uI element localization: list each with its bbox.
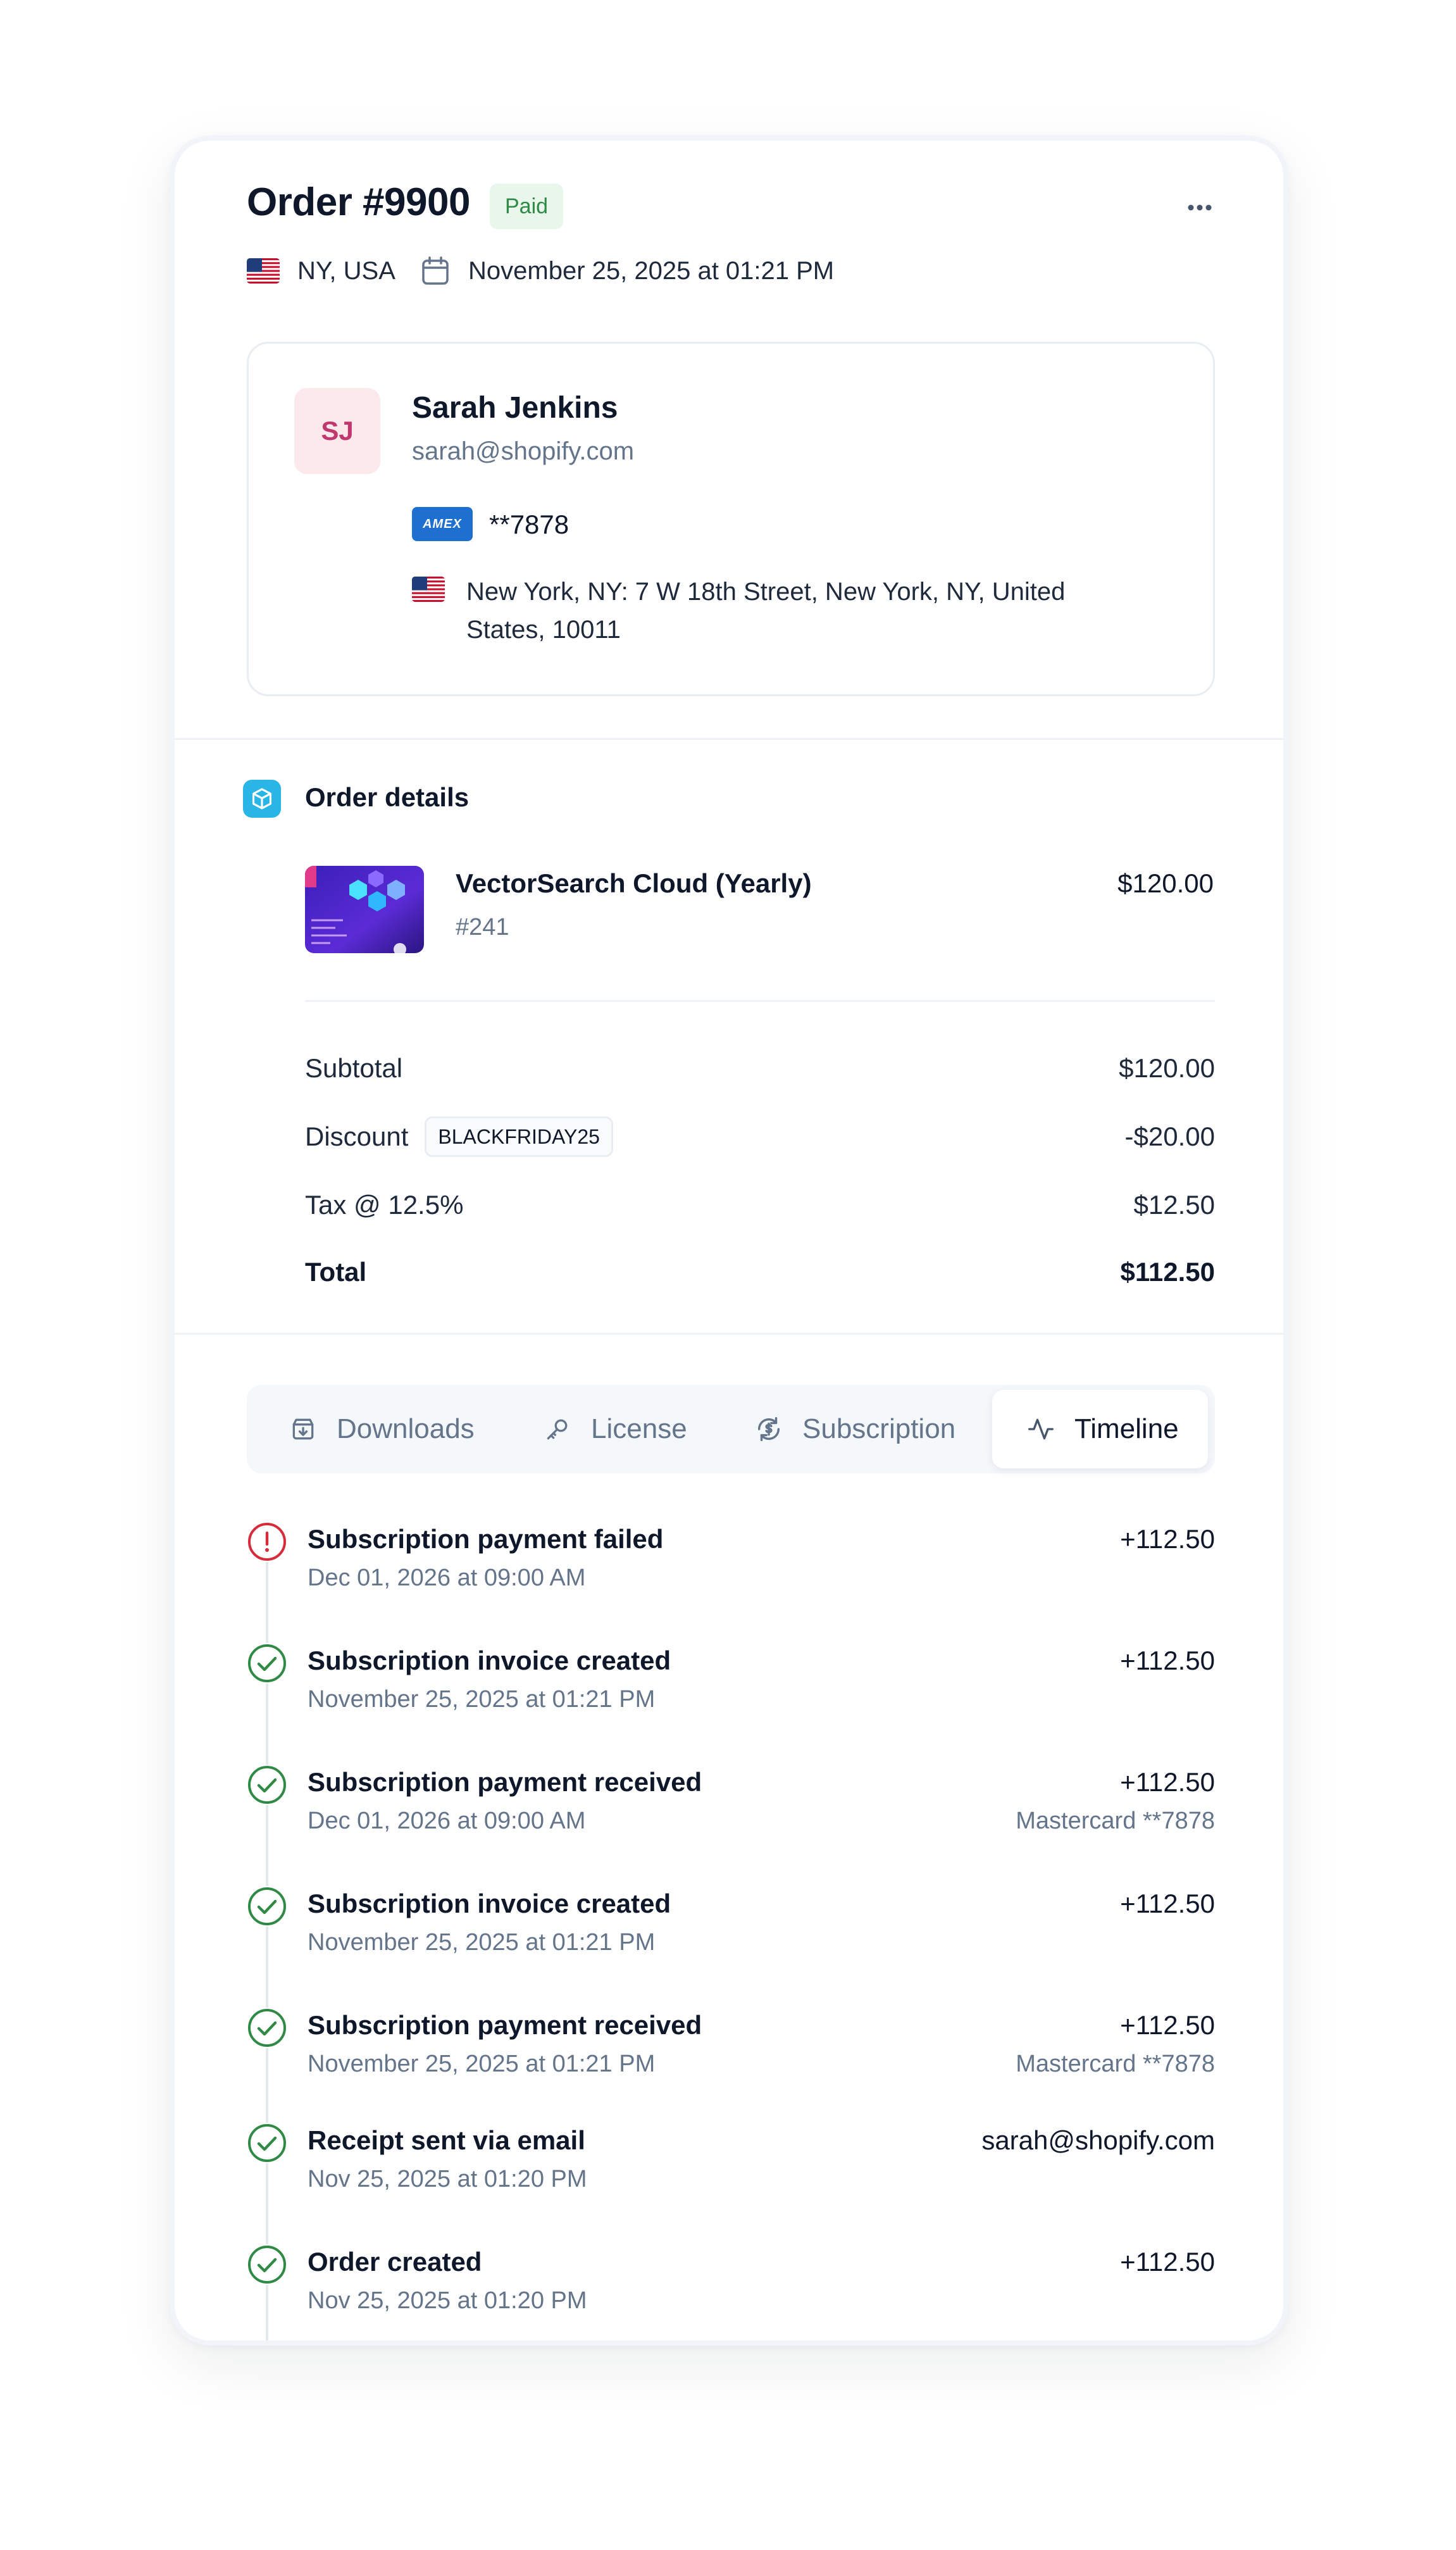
timeline-email[interactable]: sarah@shopify.com xyxy=(981,2125,1215,2156)
customer-name: Sarah Jenkins xyxy=(412,391,618,425)
subtotal-label: Subtotal xyxy=(305,1053,403,1083)
total-row: Total $112.50 xyxy=(305,1253,1215,1291)
divider xyxy=(175,738,1283,740)
timeline-amount: +112.50 xyxy=(1120,1767,1215,1797)
order-location-text: NY, USA xyxy=(297,256,395,285)
tab-downloads[interactable]: Downloads xyxy=(289,1385,475,1473)
download-icon xyxy=(289,1415,318,1444)
discount-value: -$20.00 xyxy=(1124,1122,1215,1151)
product-thumbnail[interactable] xyxy=(305,866,424,953)
us-flag-icon xyxy=(412,577,445,602)
tab-label: Timeline xyxy=(1074,1413,1179,1444)
timeline-time: Dec 01, 2026 at 09:00 AM xyxy=(308,1808,586,1834)
product-name[interactable]: VectorSearch Cloud (Yearly) xyxy=(456,868,812,899)
timeline-amount: +112.50 xyxy=(1120,1646,1215,1675)
us-flag-icon xyxy=(247,258,280,284)
customer-address: New York, NY: 7 W 18th Street, New York,… xyxy=(466,578,1066,644)
divider xyxy=(175,1333,1283,1335)
customer-email[interactable]: sarah@shopify.com xyxy=(412,437,634,466)
timeline-title: Receipt sent via email xyxy=(308,2125,585,2155)
timeline-title: Order created xyxy=(308,2247,482,2277)
discount-row: Discount BLACKFRIDAY25 -$20.00 xyxy=(305,1116,1215,1157)
order-details-title: Order details xyxy=(305,782,470,812)
check-circle-icon xyxy=(247,2244,287,2285)
tax-value: $12.50 xyxy=(1133,1190,1215,1220)
subtotal-row: Subtotal $120.00 xyxy=(305,1049,1215,1087)
amex-card-icon: AMEX xyxy=(412,507,473,541)
timeline-time: November 25, 2025 at 01:21 PM xyxy=(308,1686,656,1713)
timeline-title: Subscription payment failed xyxy=(308,1524,664,1554)
tab-bar: Downloads License Subscription Timeline xyxy=(247,1385,1215,1473)
timeline-title: Subscription invoice created xyxy=(308,1646,671,1675)
timeline-amount: +112.50 xyxy=(1120,2010,1215,2040)
timeline-time: November 25, 2025 at 01:21 PM xyxy=(308,2051,656,2077)
package-icon xyxy=(243,780,281,818)
tab-timeline[interactable]: Timeline xyxy=(992,1390,1208,1468)
check-circle-icon xyxy=(247,1886,287,1927)
tab-license[interactable]: License xyxy=(543,1385,687,1473)
check-circle-icon xyxy=(247,2123,287,2163)
check-circle-icon xyxy=(247,1765,287,1805)
check-circle-icon xyxy=(247,1643,287,1684)
timeline-amount: +112.50 xyxy=(1120,2247,1215,2277)
key-icon xyxy=(543,1415,572,1444)
tab-subscription[interactable]: Subscription xyxy=(754,1385,955,1473)
product-price: $120.00 xyxy=(1117,868,1214,898)
customer-card: SJ Sarah Jenkins sarah@shopify.com AMEX … xyxy=(247,342,1215,696)
subscription-icon xyxy=(754,1415,783,1444)
timeline-title: Subscription invoice created xyxy=(308,1889,671,1918)
timeline-payment-method: Mastercard **7878 xyxy=(1016,1808,1215,1834)
tab-label: License xyxy=(591,1413,687,1444)
status-badge: Paid xyxy=(490,184,564,229)
tab-label: Subscription xyxy=(802,1413,956,1444)
discount-label: Discount xyxy=(305,1122,409,1151)
alert-circle-icon xyxy=(247,1522,287,1562)
timeline-time: Nov 25, 2025 at 01:20 PM xyxy=(308,2166,587,2192)
timeline-time: November 25, 2025 at 01:21 PM xyxy=(308,1929,656,1956)
timeline-title: Subscription payment received xyxy=(308,1767,702,1797)
discount-code-badge: BLACKFRIDAY25 xyxy=(425,1116,613,1157)
timeline-payment-method: Mastercard **7878 xyxy=(1016,2051,1215,2077)
timeline-time: Nov 25, 2025 at 01:20 PM xyxy=(308,2287,587,2314)
tax-label: Tax @ 12.5% xyxy=(305,1190,464,1220)
card-number: **7878 xyxy=(489,509,569,539)
order-date: November 25, 2025 at 01:21 PM xyxy=(421,253,834,289)
total-label: Total xyxy=(305,1257,367,1287)
tab-label: Downloads xyxy=(337,1413,475,1444)
order-title: Order #9900 xyxy=(247,180,470,224)
divider xyxy=(305,1000,1215,1002)
check-circle-icon xyxy=(247,2008,287,2048)
subtotal-value: $120.00 xyxy=(1119,1053,1215,1083)
avatar: SJ xyxy=(294,388,380,474)
timeline-time: Dec 01, 2026 at 09:00 AM xyxy=(308,1565,586,1591)
activity-icon xyxy=(1026,1415,1055,1444)
order-card: Order #9900 Paid NY, USA November 25, 20… xyxy=(170,135,1288,2346)
tax-row: Tax @ 12.5% $12.50 xyxy=(305,1186,1215,1224)
total-value: $112.50 xyxy=(1120,1257,1215,1287)
product-id: #241 xyxy=(456,914,509,941)
timeline-title: Subscription payment received xyxy=(308,2010,702,2040)
more-horizontal-icon xyxy=(1188,204,1212,211)
timeline-amount: +112.50 xyxy=(1120,1524,1215,1554)
order-location: NY, USA xyxy=(247,253,395,289)
calendar-icon xyxy=(422,256,449,285)
more-options-button[interactable] xyxy=(1181,189,1219,227)
order-date-text: November 25, 2025 at 01:21 PM xyxy=(468,256,835,285)
timeline-amount: +112.50 xyxy=(1120,1889,1215,1918)
